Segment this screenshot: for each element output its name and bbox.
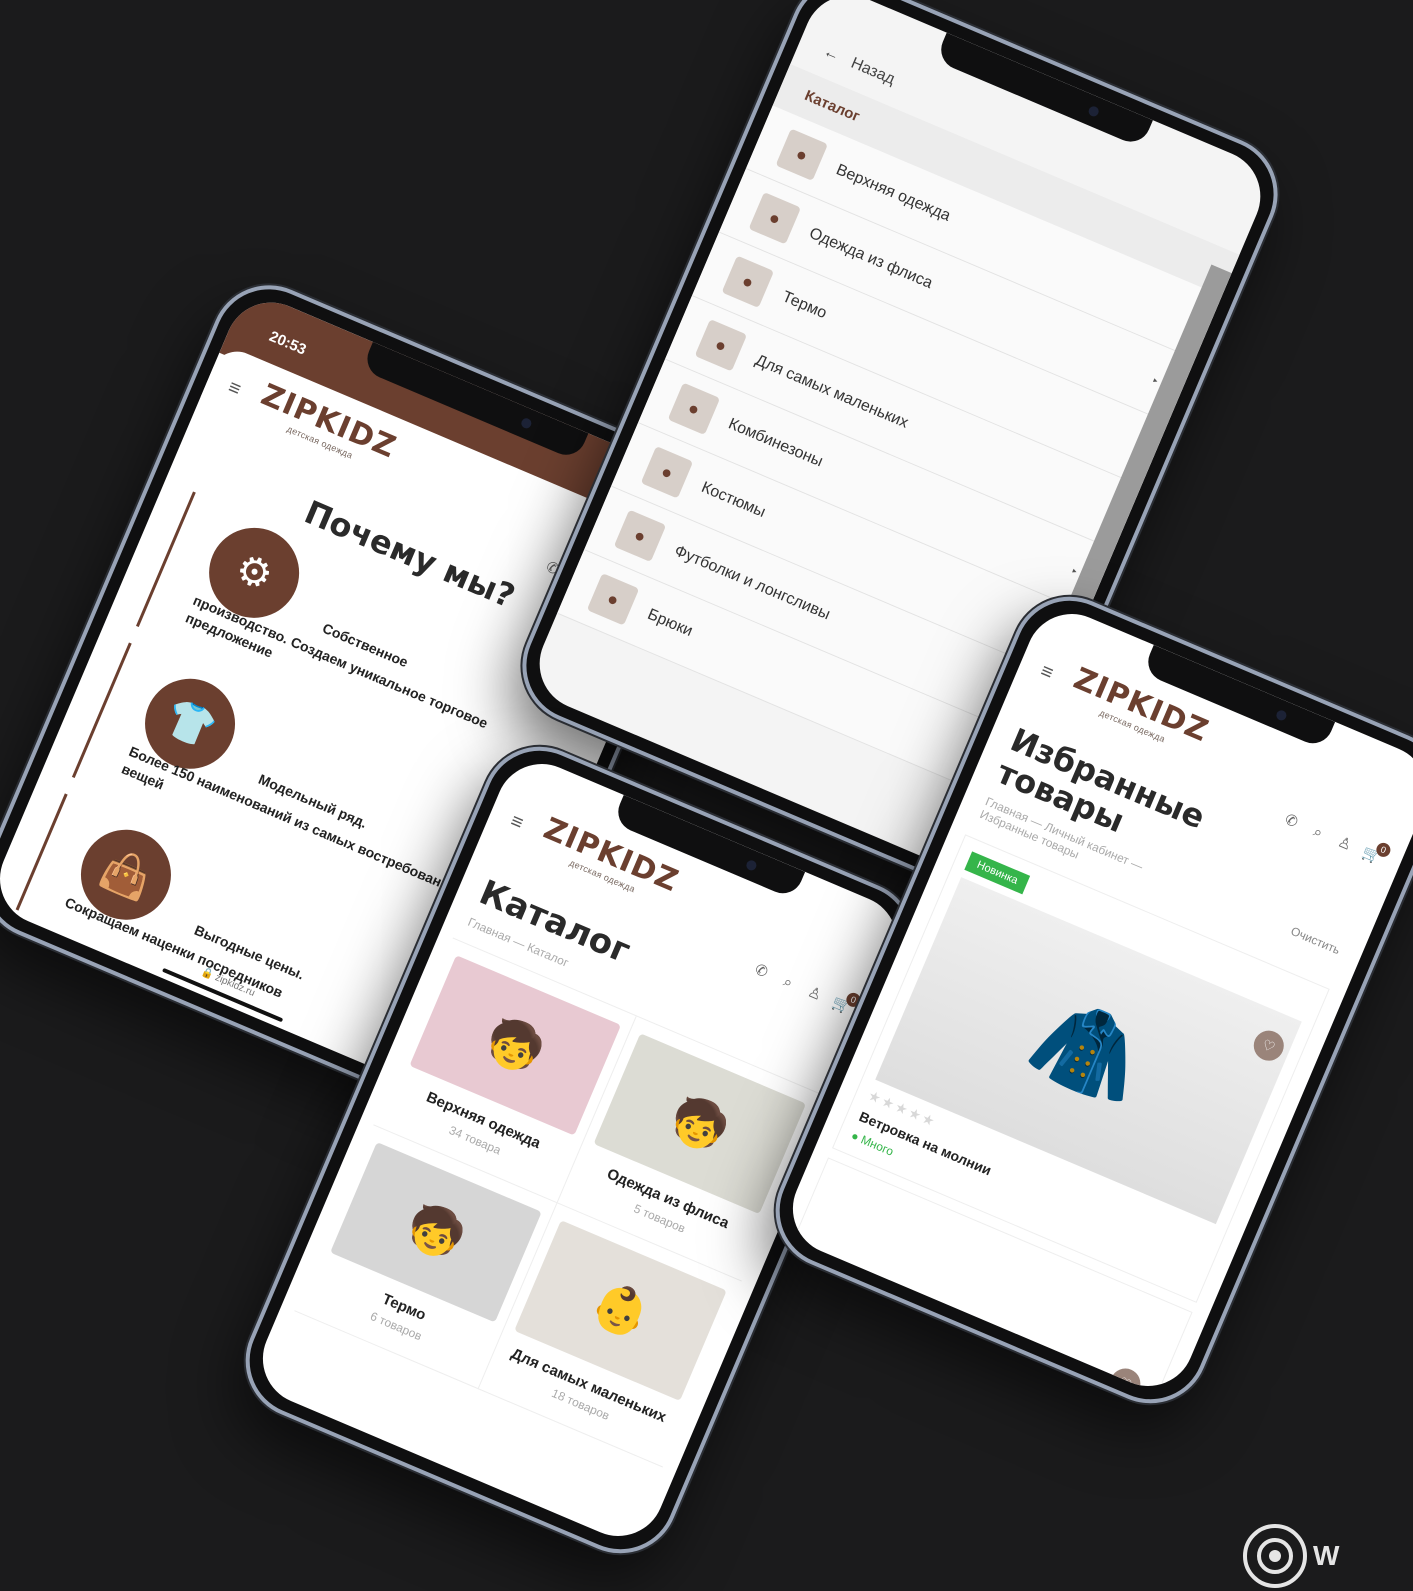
menu-icon[interactable]: ≡ <box>1037 659 1064 688</box>
category-thumbnail: ● <box>640 446 694 499</box>
category-thumbnail: ● <box>694 319 748 372</box>
menu-item-label: Термо <box>779 288 830 323</box>
category-thumbnail: ● <box>775 128 828 181</box>
menu-item-label: Комбинезоны <box>725 415 826 471</box>
menu-item-label: Костюмы <box>698 478 768 522</box>
feature-desc: Сокращаем наценки посредников <box>62 893 286 1001</box>
category-thumbnail: ● <box>586 573 640 626</box>
watermark-logo: W <box>1243 1521 1413 1591</box>
cart-badge: 0 <box>1374 840 1393 860</box>
watermark-text: W <box>1313 1540 1340 1571</box>
status-time: 20:53 <box>266 327 309 359</box>
arrow-left-icon: ← <box>820 42 843 65</box>
logo-rings-icon <box>1243 1524 1307 1588</box>
category-thumbnail: ● <box>748 192 802 245</box>
menu-icon[interactable]: ≡ <box>507 809 534 838</box>
category-thumbnail: ● <box>667 382 721 436</box>
category-thumbnail: ● <box>613 509 667 563</box>
menu-item-label: Брюки <box>644 605 696 641</box>
menu-icon[interactable]: ≡ <box>225 376 252 405</box>
back-label: Назад <box>848 54 898 89</box>
submenu-arrow-icon: ▸ <box>1152 375 1160 385</box>
heart-icon[interactable]: ♡ <box>1105 1364 1145 1401</box>
category-thumbnail: ● <box>721 255 775 308</box>
submenu-arrow-icon: ▸ <box>1071 565 1079 576</box>
